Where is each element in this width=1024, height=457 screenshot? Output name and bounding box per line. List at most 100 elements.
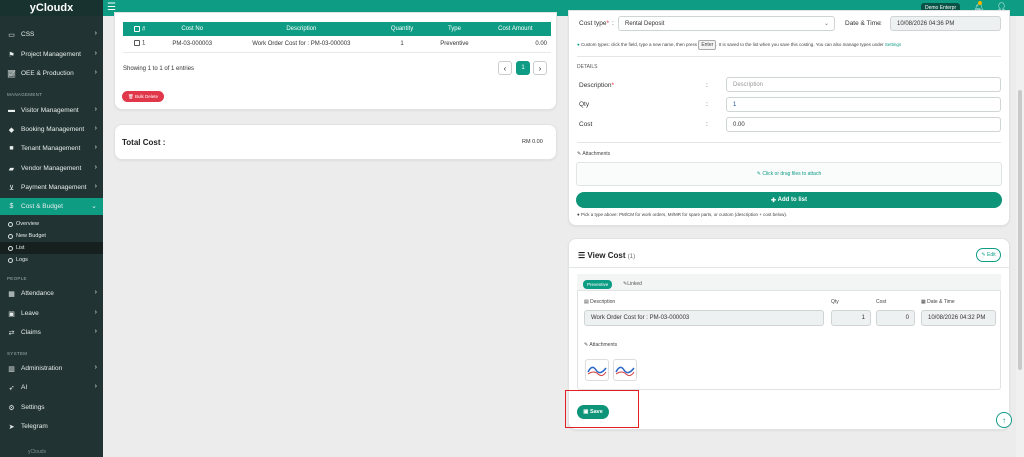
- row-select-cell[interactable]: 1: [123, 36, 157, 53]
- brand-logo[interactable]: yCloudx: [0, 0, 103, 16]
- sidebar-subitem-label: New Budget: [16, 233, 46, 239]
- sidebar-item-settings[interactable]: ⚙ Settings: [0, 399, 103, 416]
- datetime-field[interactable]: 10/08/2026 04:36 PM: [890, 16, 1001, 31]
- total-cost-value: RM 0.00: [522, 139, 543, 145]
- sidebar-subitem-list[interactable]: List: [0, 242, 103, 254]
- circle-icon: [8, 221, 13, 227]
- enter-key-badge: Enter: [698, 40, 717, 50]
- row-checkbox[interactable]: [134, 40, 141, 47]
- chevron-right-icon: ›: [94, 144, 97, 151]
- entry-attachments-label: ✎ Attachments: [584, 342, 617, 348]
- sidebar-item-vendor-management[interactable]: ▰ Vendor Management ›: [0, 160, 103, 177]
- details-heading: DETAILS: [577, 64, 598, 70]
- file-dropzone[interactable]: ✎ Click or drag files to attach: [576, 162, 1002, 186]
- dollar-icon: $: [9, 203, 14, 210]
- colon: :: [706, 82, 708, 89]
- view-cost-title-text: View Cost: [587, 251, 626, 260]
- type-hint: ● Pick a type above: PM/CM for work orde…: [577, 212, 787, 217]
- paperclip-icon: ✎: [577, 151, 582, 157]
- sidebar-item-claims[interactable]: ⇄ Claims ›: [0, 324, 103, 341]
- bulk-delete-button[interactable]: 🗑︎ Bulk Delete: [122, 91, 164, 102]
- entry-cost-field: 0: [876, 310, 915, 326]
- sidebar-item-tenant-management[interactable]: ■ Tenant Management ›: [0, 140, 103, 157]
- cost-input[interactable]: 0.00: [726, 117, 1001, 132]
- chevron-right-icon: ›: [94, 50, 97, 57]
- gear-icon: ⚙: [8, 404, 15, 412]
- cost-type-select[interactable]: Rental Deposit ⌄: [618, 16, 835, 31]
- sidebar-item-booking-management[interactable]: ◆ Booking Management ›: [0, 121, 103, 138]
- sidebar-subitem-logs[interactable]: Logs: [0, 254, 103, 266]
- sidebar-item-label: Project Management: [21, 51, 81, 58]
- entry-datetime-field: 10/08/2026 04:32 PM: [921, 310, 996, 326]
- sidebar-subitem-new-budget[interactable]: New Budget: [0, 230, 103, 242]
- header-label: #: [141, 26, 146, 33]
- sidebar-item-label: Payment Management: [21, 184, 87, 191]
- table-header-select[interactable]: #: [123, 22, 157, 36]
- sidebar-item-cost-budget[interactable]: $ Cost & Budget ⌄: [0, 198, 103, 215]
- sidebar-item-label: Visitor Management: [21, 107, 79, 114]
- select-all-checkbox[interactable]: [134, 25, 141, 32]
- view-cost-entry: [577, 274, 1001, 390]
- description-input[interactable]: Description: [726, 77, 1001, 92]
- calendar-icon: ▦: [8, 290, 15, 298]
- sidebar-item-oee-production[interactable]: 📈︎ OEE & Production ›: [0, 65, 103, 82]
- cell-cost-no: PM-03-000003: [156, 36, 228, 53]
- qty-input[interactable]: 1: [726, 97, 1001, 112]
- sidebar-item-css[interactable]: ▭ CSS ›: [0, 26, 103, 43]
- edit-label: Edit: [986, 252, 996, 258]
- next-page-button[interactable]: ›: [533, 61, 547, 75]
- sidebar-item-payment-management[interactable]: ⊻ Payment Management ›: [0, 179, 103, 196]
- sidebar-item-label: Administration: [21, 365, 63, 372]
- circle-icon: [8, 245, 13, 251]
- flag-icon: ⚑: [8, 51, 15, 59]
- sidebar-item-label: Attendance: [21, 290, 54, 297]
- prev-page-button[interactable]: ‹: [498, 61, 512, 75]
- attachment-thumbnail[interactable]: [585, 359, 609, 381]
- sidebar-item-project-management[interactable]: ⚑ Project Management ›: [0, 46, 103, 63]
- dropzone-text: Click or drag files to attach: [762, 171, 822, 177]
- section-heading-people: PEOPLE: [7, 276, 27, 281]
- tab-linked[interactable]: ✎Linked: [623, 281, 642, 287]
- sidebar-item-leave[interactable]: ▣ Leave ›: [0, 305, 103, 322]
- sidebar-item-visitor-management[interactable]: ▬ Visitor Management ›: [0, 102, 103, 119]
- page-1-button[interactable]: 1: [516, 61, 530, 75]
- description-label-text: Description: [579, 82, 612, 89]
- tab-preventive[interactable]: Preventive: [583, 280, 613, 289]
- table-header-type[interactable]: Type: [429, 22, 480, 36]
- cost-table: # Cost No Description Quantity Type Cost…: [123, 22, 551, 53]
- sidebar-item-ai[interactable]: ➶ AI ›: [0, 379, 103, 396]
- col-datetime-text: Date & Time: [927, 299, 955, 305]
- sidebar-item-label: AI: [21, 384, 28, 391]
- paperclip-icon: ✎: [756, 171, 761, 177]
- settings-link[interactable]: Settings: [885, 42, 901, 47]
- col-datetime-label: ▦ Date & Time: [921, 299, 955, 305]
- table-header-quantity[interactable]: Quantity: [374, 22, 430, 36]
- table-header-cost-amount[interactable]: Cost Amount: [479, 22, 551, 36]
- briefcase-icon: ■: [9, 145, 14, 152]
- calendar-icon: ▦: [921, 299, 926, 305]
- sidebar-subitem-label: Overview: [16, 221, 39, 227]
- scroll-to-top-button[interactable]: ↑: [996, 412, 1012, 428]
- help-text-1: Custom types: click the field, type a ne…: [580, 42, 698, 47]
- scrollbar-thumb[interactable]: [1018, 90, 1022, 370]
- edit-button[interactable]: ✎ Edit: [976, 248, 1001, 262]
- sidebar-item-label: Telegram: [21, 423, 48, 430]
- sidebar-subitem-overview[interactable]: Overview: [0, 218, 103, 230]
- sidebar-item-administration[interactable]: ▥ Administration ›: [0, 360, 103, 377]
- attachment-thumbnail[interactable]: [613, 359, 637, 381]
- info-icon: ●: [577, 212, 580, 217]
- sidebar-item-label: CSS: [21, 31, 35, 38]
- colon: :: [706, 101, 708, 108]
- table-row[interactable]: 1 PM-03-000003 Work Order Cost for : PM-…: [123, 36, 551, 53]
- sidebar-item-label: OEE & Production: [21, 70, 74, 77]
- table-header-cost-no[interactable]: Cost No: [156, 22, 228, 36]
- tag-icon: ◆: [8, 126, 15, 134]
- table-header-description[interactable]: Description: [227, 22, 375, 36]
- sidebar-item-attendance[interactable]: ▦ Attendance ›: [0, 285, 103, 302]
- divider: [577, 142, 1001, 143]
- add-to-list-button[interactable]: ✚ Add to list: [576, 192, 1002, 208]
- sidebar-item-telegram[interactable]: ➤ Telegram: [0, 418, 103, 435]
- section-heading-system: SYSTEM: [7, 351, 28, 356]
- building-icon: ▥: [8, 365, 15, 373]
- attachments-label: ✎ Attachments: [577, 151, 610, 157]
